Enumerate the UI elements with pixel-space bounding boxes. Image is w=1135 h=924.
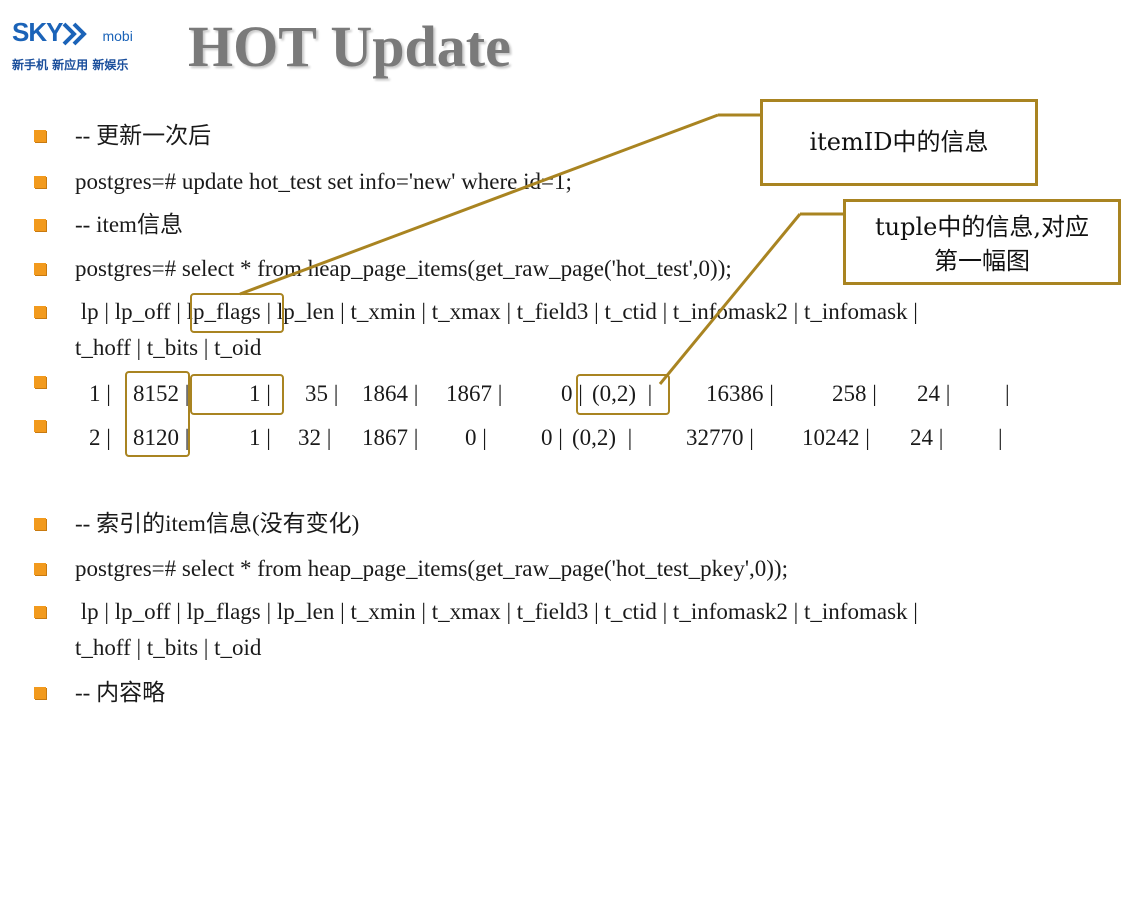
ctid-value-highlight xyxy=(576,374,670,415)
itemid-connector-line xyxy=(239,113,719,296)
tuple-connector-line xyxy=(658,213,802,385)
itemid-callout-text: itemID中的信息 xyxy=(809,128,989,156)
flags-value-highlight xyxy=(190,374,284,415)
itemid-callout: itemID中的信息 xyxy=(760,99,1038,186)
tuple-callout: tuple中的信息,对应 第一幅图 xyxy=(843,199,1121,285)
tuple-callout-line1: tuple中的信息,对应 xyxy=(875,213,1089,241)
lp-off-highlight xyxy=(125,371,190,457)
lp-flags-highlight xyxy=(190,293,284,333)
tuple-callout-line2: 第一幅图 xyxy=(934,247,1030,275)
